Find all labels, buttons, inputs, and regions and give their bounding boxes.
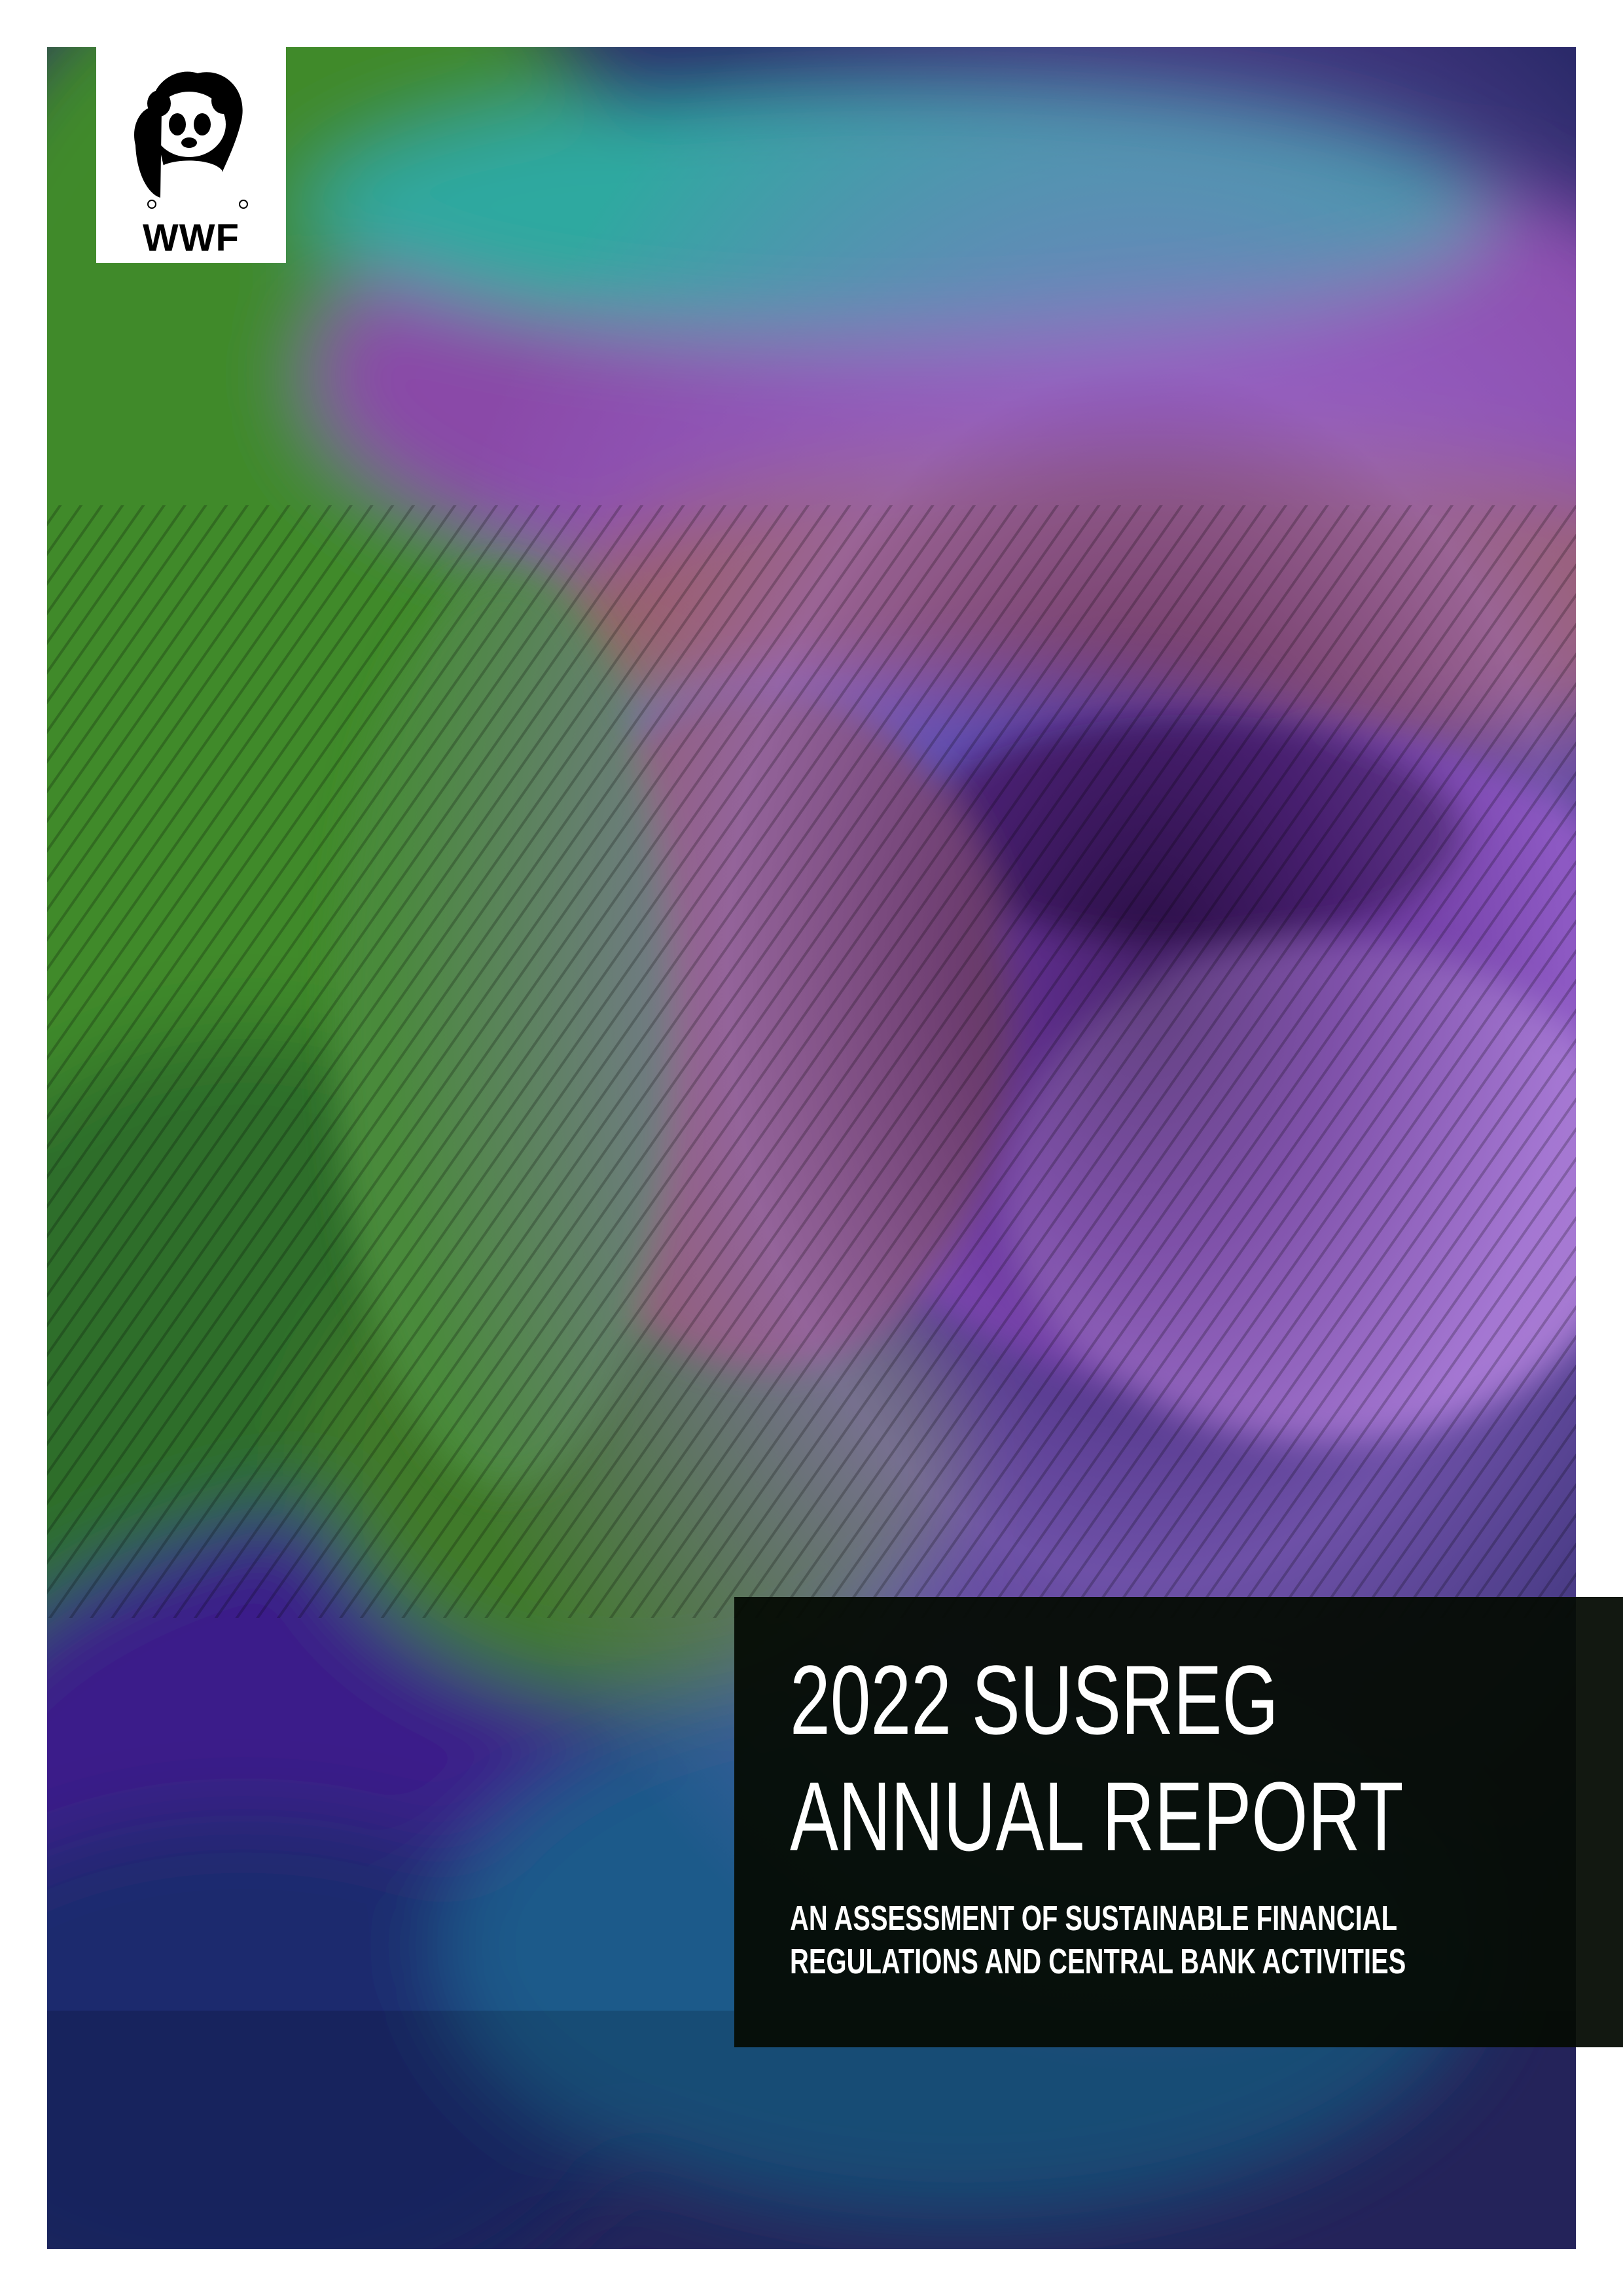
report-subtitle-line: AN ASSESSMENT OF SUSTAINABLE FINANCIAL <box>790 1899 1397 1938</box>
report-subtitle: AN ASSESSMENT OF SUSTAINABLE FINANCIAL R… <box>790 1897 1419 1983</box>
wwf-wordmark: WWF <box>143 217 240 259</box>
wwf-logo: WWF <box>96 47 286 263</box>
report-cover: WWF 2022 SUSREG ANNUAL REPORT AN ASSESSM… <box>0 0 1623 2296</box>
report-title-line: 2022 SUSREG <box>790 1645 1279 1755</box>
report-title-line: ANNUAL REPORT <box>790 1761 1404 1871</box>
title-panel: 2022 SUSREG ANNUAL REPORT AN ASSESSMENT … <box>734 1597 1623 2047</box>
report-subtitle-line: REGULATIONS AND CENTRAL BANK ACTIVITIES <box>790 1942 1406 1981</box>
report-title: 2022 SUSREG ANNUAL REPORT <box>790 1641 1404 1874</box>
